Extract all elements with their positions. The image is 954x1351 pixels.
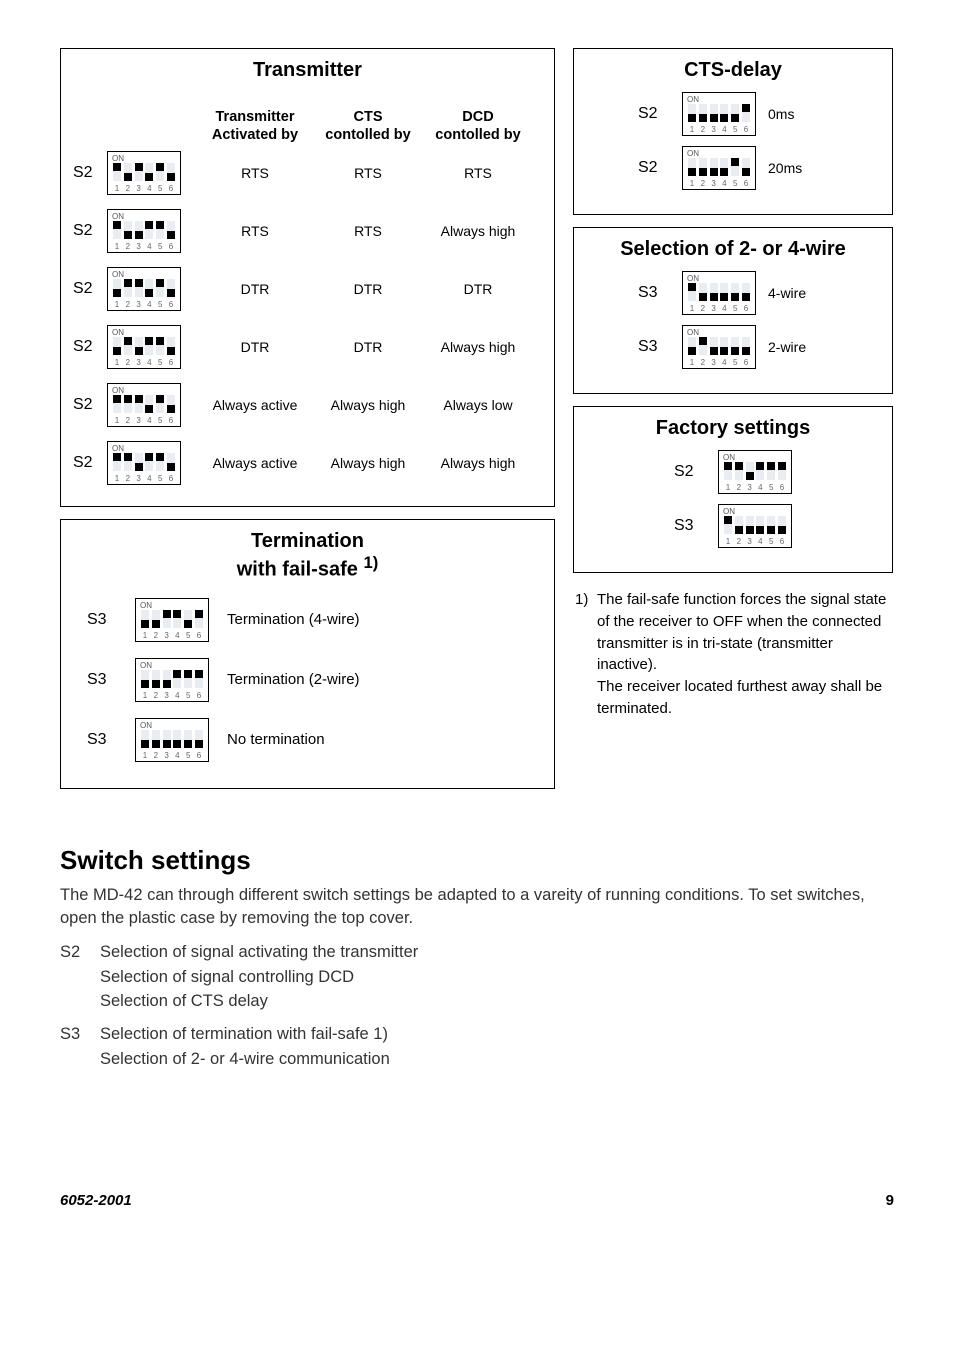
definition-key: S2 — [60, 940, 100, 1014]
tx-activated: RTS — [197, 165, 313, 181]
switch-label: S3 — [674, 517, 706, 535]
tx-cts: RTS — [313, 223, 423, 239]
section-title: Switch settings — [60, 845, 894, 876]
tx-cts: RTS — [313, 165, 423, 181]
dip-switch: ON123456 — [718, 504, 792, 548]
switch-label: S2 — [638, 105, 670, 123]
tx-h3: DCDcontolled by — [423, 109, 533, 144]
cts-delay-box: CTS-delay S2 ON123456 0ms S2 ON123456 20ms — [573, 48, 893, 215]
tx-activated: Always active — [197, 455, 313, 471]
switch-label: S3 — [87, 731, 117, 749]
definition-row: S2Selection of signal activating the tra… — [60, 940, 894, 1014]
cts-title: CTS-delay — [586, 59, 880, 82]
dip-switch: ON123456 — [682, 325, 756, 369]
config-row: S3 ON123456 4-wire — [586, 271, 880, 315]
config-value: 4-wire — [768, 285, 828, 301]
footer-right: 9 — [886, 1192, 894, 1209]
dip-switch: ON123456 — [135, 718, 209, 762]
tx-cts: DTR — [313, 281, 423, 297]
termination-row: S3 ON123456 Termination (2-wire) — [87, 658, 542, 702]
tx-dcd: RTS — [423, 165, 533, 181]
switch-label: S2 — [674, 463, 706, 481]
switch-label: S2 — [73, 454, 107, 472]
tx-cts: Always high — [313, 455, 423, 471]
tx-dcd: Always high — [423, 223, 533, 239]
factory-title: Factory settings — [586, 417, 880, 440]
dip-switch: ON123456 — [107, 441, 181, 485]
tx-h2: CTScontolled by — [313, 109, 423, 144]
tx-dcd: Always high — [423, 339, 533, 355]
dip-switch: ON123456 — [682, 92, 756, 136]
wire-box: Selection of 2- or 4-wire S3 ON123456 4-wi… — [573, 227, 893, 394]
switch-label: S2 — [73, 338, 107, 356]
transmitter-title: Transmitter — [73, 59, 542, 82]
transmitter-row: S2ON123456DTRDTRDTR — [73, 260, 542, 318]
section-para: The MD-42 can through different switch s… — [60, 884, 894, 930]
config-row: S3 ON123456 2-wire — [586, 325, 880, 369]
tx-dcd: Always high — [423, 455, 533, 471]
definition-value: Selection of signal activating the trans… — [100, 940, 418, 1014]
transmitter-row: S2ON123456RTSRTSAlways high — [73, 202, 542, 260]
termination-row: S3 ON123456 No termination — [87, 718, 542, 762]
transmitter-row: S2ON123456RTSRTSRTS — [73, 144, 542, 202]
termination-value: Termination (4-wire) — [227, 611, 360, 628]
transmitter-row: S2ON123456Always activeAlways highAlways… — [73, 434, 542, 492]
tx-activated: DTR — [197, 339, 313, 355]
termination-box: Termination with fail-safe 1) S3 ON123456… — [60, 519, 555, 789]
switch-label: S3 — [87, 671, 117, 689]
tx-activated: DTR — [197, 281, 313, 297]
dip-switch: ON123456 — [107, 325, 181, 369]
transmitter-box: Transmitter TransmitterActivated by CTSc… — [60, 48, 555, 507]
transmitter-row: S2ON123456DTRDTRAlways high — [73, 318, 542, 376]
definition-value: Selection of termination with fail-safe … — [100, 1022, 390, 1072]
dip-switch: ON123456 — [107, 151, 181, 195]
definition-key: S3 — [60, 1022, 100, 1072]
dip-switch: ON123456 — [135, 598, 209, 642]
tx-cts: DTR — [313, 339, 423, 355]
switch-label: S2 — [73, 222, 107, 240]
tx-dcd: Always low — [423, 397, 533, 413]
config-row: S2 ON123456 — [586, 450, 880, 494]
footnote: 1) The fail-safe function forces the sig… — [573, 585, 893, 720]
termination-value: No termination — [227, 731, 325, 748]
footer-left: 6052-2001 — [60, 1192, 132, 1209]
config-row: S3 ON123456 — [586, 504, 880, 548]
tx-dcd: DTR — [423, 281, 533, 297]
tx-activated: Always active — [197, 397, 313, 413]
switch-label: S3 — [87, 611, 117, 629]
config-row: S2 ON123456 20ms — [586, 146, 880, 190]
dip-switch: ON123456 — [682, 146, 756, 190]
wire-title: Selection of 2- or 4-wire — [586, 238, 880, 261]
config-value: 0ms — [768, 106, 828, 122]
tx-h1: TransmitterActivated by — [197, 109, 313, 144]
switch-label: S2 — [73, 280, 107, 298]
factory-box: Factory settings S2 ON123456 S3 ON123456 — [573, 406, 893, 573]
dip-switch: ON123456 — [718, 450, 792, 494]
termination-title: Termination with fail-safe 1) — [73, 530, 542, 582]
config-value: 2-wire — [768, 339, 828, 355]
tx-cts: Always high — [313, 397, 423, 413]
definition-row: S3Selection of termination with fail-saf… — [60, 1022, 894, 1072]
switch-label: S2 — [638, 159, 670, 177]
dip-switch: ON123456 — [107, 209, 181, 253]
switch-label: S2 — [73, 396, 107, 414]
dip-switch: ON123456 — [135, 658, 209, 702]
switch-label: S2 — [73, 164, 107, 182]
switch-label: S3 — [638, 338, 670, 356]
config-row: S2 ON123456 0ms — [586, 92, 880, 136]
termination-value: Termination (2-wire) — [227, 671, 360, 688]
tx-activated: RTS — [197, 223, 313, 239]
dip-switch: ON123456 — [682, 271, 756, 315]
transmitter-header-row: TransmitterActivated by CTScontolled by … — [73, 90, 542, 144]
config-value: 20ms — [768, 160, 828, 176]
dip-switch: ON123456 — [107, 267, 181, 311]
switch-label: S3 — [638, 284, 670, 302]
transmitter-row: S2ON123456 Always activeAlways highAlways… — [73, 376, 542, 434]
dip-switch: ON123456 — [107, 383, 181, 427]
termination-row: S3 ON123456 Termination (4-wire) — [87, 598, 542, 642]
